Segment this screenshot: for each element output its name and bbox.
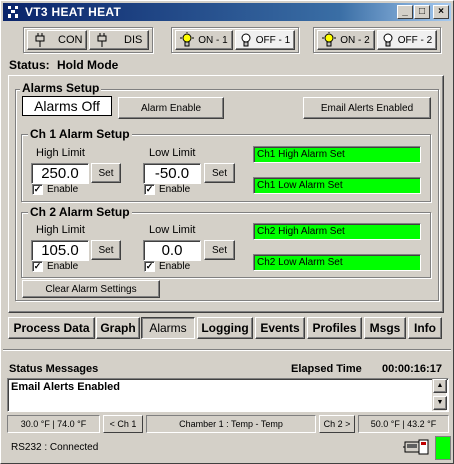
ch1-title: Ch 1 Alarm Setup [28,127,132,141]
ch2-low-set-button[interactable]: Set [204,240,235,260]
alarm-enable-button[interactable]: Alarm Enable [118,97,224,119]
off1-button[interactable]: OFF - 1 [235,30,295,50]
connect-label: CON [58,34,83,46]
connect-button[interactable]: CON [27,30,87,50]
on2-label: ON - 2 [340,34,370,46]
tab-process-data[interactable]: Process Data [8,317,95,339]
status-line: Status: Hold Mode [9,58,118,72]
ch2-high-input[interactable]: 105.0 [31,240,89,261]
clear-alarm-settings-button[interactable]: Clear Alarm Settings [22,280,160,298]
serial-connection-icon [403,439,429,455]
ch2-high-enable-checkbox[interactable]: ✓ [32,261,43,272]
prev-channel-button[interactable]: < Ch 1 [103,415,143,433]
ch1-low-enable-label: Enable [159,184,191,195]
on1-label: ON - 1 [198,34,228,46]
ch1-high-input[interactable]: 250.0 [31,163,89,184]
off2-button[interactable]: OFF - 2 [377,30,437,50]
title-bar[interactable]: VT3 HEAT HEAT _ □ × [3,3,451,21]
connection-led [435,436,451,460]
scroll-up-icon[interactable]: ▲ [433,379,447,393]
main-window: VT3 HEAT HEAT _ □ × CON DIS ON - 1 OFF -… [0,0,454,464]
connect-plug-icon [35,33,45,47]
tab-alarms[interactable]: Alarms [141,317,195,339]
on1-button[interactable]: ON - 1 [175,30,233,50]
bulb-off-icon [383,33,393,47]
ch2-title: Ch 2 Alarm Setup [28,205,132,219]
tab-profiles[interactable]: Profiles [307,317,362,339]
ch2-low-enable-label: Enable [159,261,191,272]
bulb-on-icon [322,32,337,47]
off1-label: OFF - 1 [255,34,291,46]
disconnect-label: DIS [124,34,143,46]
ch1-high-label: High Limit [36,147,85,159]
bulb-off-icon [241,33,251,47]
divider [3,349,451,351]
status-label: Status: [9,58,50,72]
tab-info[interactable]: Info [408,317,442,339]
ch1-high-enable-label: Enable [47,184,79,195]
email-alerts-button[interactable]: Email Alerts Enabled [303,97,431,119]
app-icon [8,6,18,18]
message-text: Email Alerts Enabled [11,381,121,393]
disconnect-button[interactable]: DIS [89,30,149,50]
chamber-display: Chamber 1 : Temp - Temp [146,415,316,433]
ch2-low-alarm-indicator: Ch2 Low Alarm Set [253,254,421,271]
ch2-high-set-button[interactable]: Set [91,240,121,260]
ch2-low-enable-checkbox[interactable]: ✓ [144,261,155,272]
alarms-setup-title: Alarms Setup [20,81,102,95]
on2-button[interactable]: ON - 2 [317,30,375,50]
off2-label: OFF - 2 [397,34,433,46]
connection-status: RS232 : Connected [11,442,99,453]
ch1-low-label: Low Limit [149,147,196,159]
ch1-low-set-button[interactable]: Set [204,163,235,183]
elapsed-time-value: 00:00:16:17 [382,363,442,375]
ch1-low-input[interactable]: -50.0 [143,163,201,184]
elapsed-time-label: Elapsed Time [291,363,362,375]
ch1-high-set-button[interactable]: Set [91,163,121,183]
ch2-high-label: High Limit [36,224,85,236]
maximize-button[interactable]: □ [414,5,430,19]
alarms-state-display: Alarms Off [22,96,112,116]
ch1-low-alarm-indicator: Ch1 Low Alarm Set [253,177,421,194]
tab-graph[interactable]: Graph [96,317,140,339]
status-value: Hold Mode [57,58,119,72]
tab-logging[interactable]: Logging [197,317,253,339]
messages-scrollbar[interactable]: ▲ ▼ [432,379,447,411]
ch2-low-label: Low Limit [149,224,196,236]
ch2-low-input[interactable]: 0.0 [143,240,201,261]
scroll-down-icon[interactable]: ▼ [433,396,447,410]
next-channel-button[interactable]: Ch 2 > [319,415,355,433]
ch1-high-alarm-indicator: Ch1 High Alarm Set [253,146,421,163]
tab-events[interactable]: Events [255,317,305,339]
disconnect-plug-icon [97,33,107,47]
status-messages-title: Status Messages [9,363,99,375]
tab-msgs[interactable]: Msgs [364,317,406,339]
ch2-high-alarm-indicator: Ch2 High Alarm Set [253,223,421,240]
bulb-on-icon [180,32,195,47]
ch1-high-enable-checkbox[interactable]: ✓ [32,184,43,195]
close-button[interactable]: × [433,5,449,19]
minimize-button[interactable]: _ [397,5,413,19]
ch2-temperatures: 50.0 °F | 43.2 °F [358,415,449,433]
window-title: VT3 HEAT HEAT [25,5,122,19]
messages-box: Email Alerts Enabled ▲ ▼ [7,378,449,412]
ch1-temperatures: 30.0 °F | 74.0 °F [7,415,100,433]
ch1-low-enable-checkbox[interactable]: ✓ [144,184,155,195]
ch2-high-enable-label: Enable [47,261,79,272]
